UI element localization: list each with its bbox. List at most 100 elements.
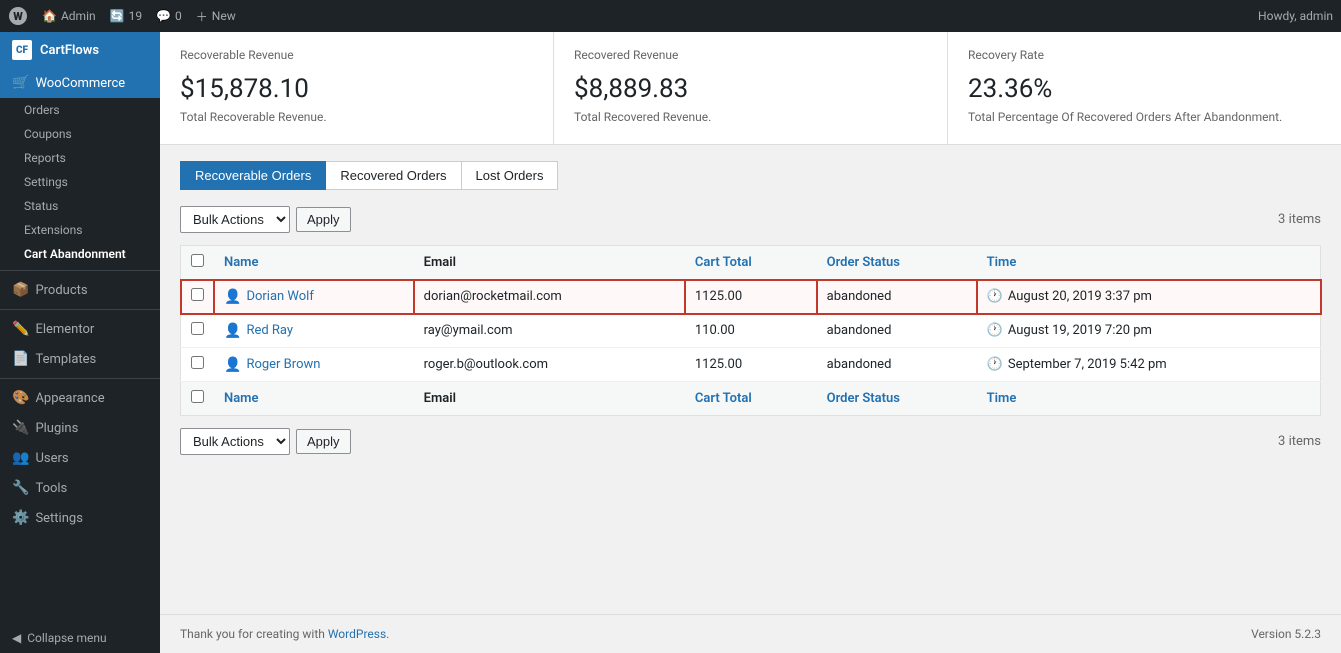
td-checkbox-2	[181, 314, 215, 348]
sidebar-item-products[interactable]: 📦 Products	[0, 275, 160, 305]
updates-item[interactable]: 🔄 19	[110, 9, 142, 23]
td-order-status-3: abandoned	[817, 348, 977, 382]
settings-main-label: Settings	[35, 511, 82, 526]
sidebar-item-plugins[interactable]: 🔌 Plugins	[0, 413, 160, 443]
td-order-status-footer: Order Status	[817, 382, 977, 416]
bulk-actions-select-top[interactable]: Bulk Actions	[180, 206, 290, 233]
stats-row: Recoverable Revenue $15,878.10 Total Rec…	[160, 32, 1341, 145]
new-item[interactable]: ＋ New	[196, 8, 236, 25]
credit-text: Thank you for creating with WordPress.	[180, 627, 389, 641]
wp-logo-icon: W	[8, 6, 28, 26]
th-name: Name	[214, 246, 414, 280]
cartflows-brand[interactable]: CF CartFlows	[0, 32, 160, 68]
svg-text:W: W	[13, 10, 23, 23]
sidebar-item-woocommerce[interactable]: 🛒 WooCommerce	[0, 68, 160, 98]
select-all-checkbox[interactable]	[191, 254, 204, 267]
tab-lost-orders[interactable]: Lost Orders	[461, 161, 559, 190]
sidebar-item-status[interactable]: Status	[4, 194, 160, 218]
cartflows-icon: CF	[12, 40, 32, 60]
tab-recoverable-orders[interactable]: Recoverable Orders	[180, 161, 326, 190]
users-icon: 👥	[12, 450, 29, 466]
sidebar-item-settings-main[interactable]: ⚙️ Settings	[0, 503, 160, 533]
td-cart-total-footer: Cart Total	[685, 382, 817, 416]
main-content: Recoverable Revenue $15,878.10 Total Rec…	[160, 32, 1341, 653]
user-link-2[interactable]: 👤 Red Ray	[224, 323, 404, 339]
row-checkbox-1[interactable]	[191, 288, 204, 301]
sidebar-divider-2	[0, 309, 160, 310]
th-cart-total: Cart Total	[685, 246, 817, 280]
user-link-3[interactable]: 👤 Roger Brown	[224, 357, 404, 373]
bulk-row-left-bottom: Bulk Actions Apply	[180, 428, 351, 455]
updates-count: 19	[129, 9, 143, 23]
woocommerce-label: WooCommerce	[35, 76, 125, 91]
version-text: Version 5.2.3	[1251, 627, 1321, 641]
credit-prefix: Thank you for creating with	[180, 627, 325, 641]
td-name-3: 👤 Roger Brown	[214, 348, 414, 382]
select-all-checkbox-footer[interactable]	[191, 390, 204, 403]
bulk-actions-select-bottom[interactable]: Bulk Actions	[180, 428, 290, 455]
tools-icon: 🔧	[12, 480, 29, 496]
sidebar-item-reports[interactable]: Reports	[4, 146, 160, 170]
cartflows-label: CartFlows	[40, 43, 99, 58]
templates-icon: 📄	[12, 351, 29, 367]
sidebar-item-elementor[interactable]: ✏️ Elementor	[0, 314, 160, 344]
td-order-status-1: abandoned	[817, 280, 977, 314]
table-header-row: Name Email Cart Total Order Status Time	[181, 246, 1321, 280]
stat-label-rate: Recovery Rate	[968, 48, 1321, 62]
stat-value-rate: 23.36%	[968, 74, 1321, 104]
td-cart-total-3: 1125.00	[685, 348, 817, 382]
sidebar-item-templates[interactable]: 📄 Templates	[0, 344, 160, 374]
user-avatar-1: 👤	[224, 289, 241, 305]
stat-value-recoverable: $15,878.10	[180, 74, 533, 104]
td-email-3: roger.b@outlook.com	[414, 348, 685, 382]
elementor-label: Elementor	[35, 322, 94, 337]
time-text-1: August 20, 2019 3:37 pm	[1008, 289, 1152, 304]
sidebar-item-extensions[interactable]: Extensions	[4, 218, 160, 242]
templates-label: Templates	[35, 352, 96, 367]
sidebar-item-orders[interactable]: Orders	[4, 98, 160, 122]
collapse-menu-item[interactable]: ◀ Collapse menu	[0, 623, 160, 653]
collapse-label: Collapse menu	[27, 631, 106, 645]
sidebar-item-users[interactable]: 👥 Users	[0, 443, 160, 473]
cart-abandonment-label: Cart Abandonment	[24, 247, 126, 261]
sidebar-item-appearance[interactable]: 🎨 Appearance	[0, 383, 160, 413]
user-link-1[interactable]: 👤 Dorian Wolf	[224, 289, 404, 305]
elementor-icon: ✏️	[12, 321, 29, 337]
plugins-icon: 🔌	[12, 420, 29, 436]
stat-desc-recovered: Total Recovered Revenue.	[574, 110, 927, 124]
main-layout: CF CartFlows 🛒 WooCommerce Orders Coupon…	[0, 32, 1341, 653]
sidebar-item-settings[interactable]: Settings	[4, 170, 160, 194]
apply-button-bottom[interactable]: Apply	[296, 429, 351, 454]
sidebar-item-tools[interactable]: 🔧 Tools	[0, 473, 160, 503]
th-time: Time	[977, 246, 1321, 280]
time-text-2: August 19, 2019 7:20 pm	[1008, 323, 1152, 338]
table-row: 👤 Red Ray ray@ymail.com 110.00 abandoned…	[181, 314, 1321, 348]
clock-icon-1: 🕐	[987, 289, 1003, 304]
apply-button-top[interactable]: Apply	[296, 207, 351, 232]
user-name-2: Red Ray	[246, 323, 293, 338]
clock-icon-3: 🕐	[987, 357, 1003, 372]
plus-icon: ＋	[196, 8, 208, 25]
extensions-label: Extensions	[24, 223, 82, 237]
wp-logo-item[interactable]: W	[8, 6, 28, 26]
admin-item[interactable]: 🏠 Admin	[42, 9, 96, 23]
top-bar-left: W 🏠 Admin 🔄 19 💬 0 ＋ New	[8, 6, 1242, 26]
comments-item[interactable]: 💬 0	[156, 9, 182, 23]
products-label: Products	[35, 283, 87, 298]
tab-recovered-orders[interactable]: Recovered Orders	[325, 161, 461, 190]
user-name-3: Roger Brown	[246, 357, 320, 372]
sidebar-item-cart-abandonment[interactable]: Cart Abandonment	[4, 242, 160, 266]
stat-card-recovered: Recovered Revenue $8,889.83 Total Recove…	[554, 32, 948, 144]
sidebar-item-coupons[interactable]: Coupons	[4, 122, 160, 146]
wp-link[interactable]: WordPress	[328, 627, 386, 641]
row-checkbox-3[interactable]	[191, 356, 204, 369]
settings-woo-label: Settings	[24, 175, 68, 189]
orders-table: Name Email Cart Total Order Status Time	[180, 245, 1321, 416]
status-label: Status	[24, 199, 58, 213]
td-name-footer: Name	[214, 382, 414, 416]
plugins-label: Plugins	[35, 421, 78, 436]
row-checkbox-2[interactable]	[191, 322, 204, 335]
sidebar: CF CartFlows 🛒 WooCommerce Orders Coupon…	[0, 32, 160, 653]
table-row: 👤 Roger Brown roger.b@outlook.com 1125.0…	[181, 348, 1321, 382]
comments-count: 0	[175, 9, 182, 23]
